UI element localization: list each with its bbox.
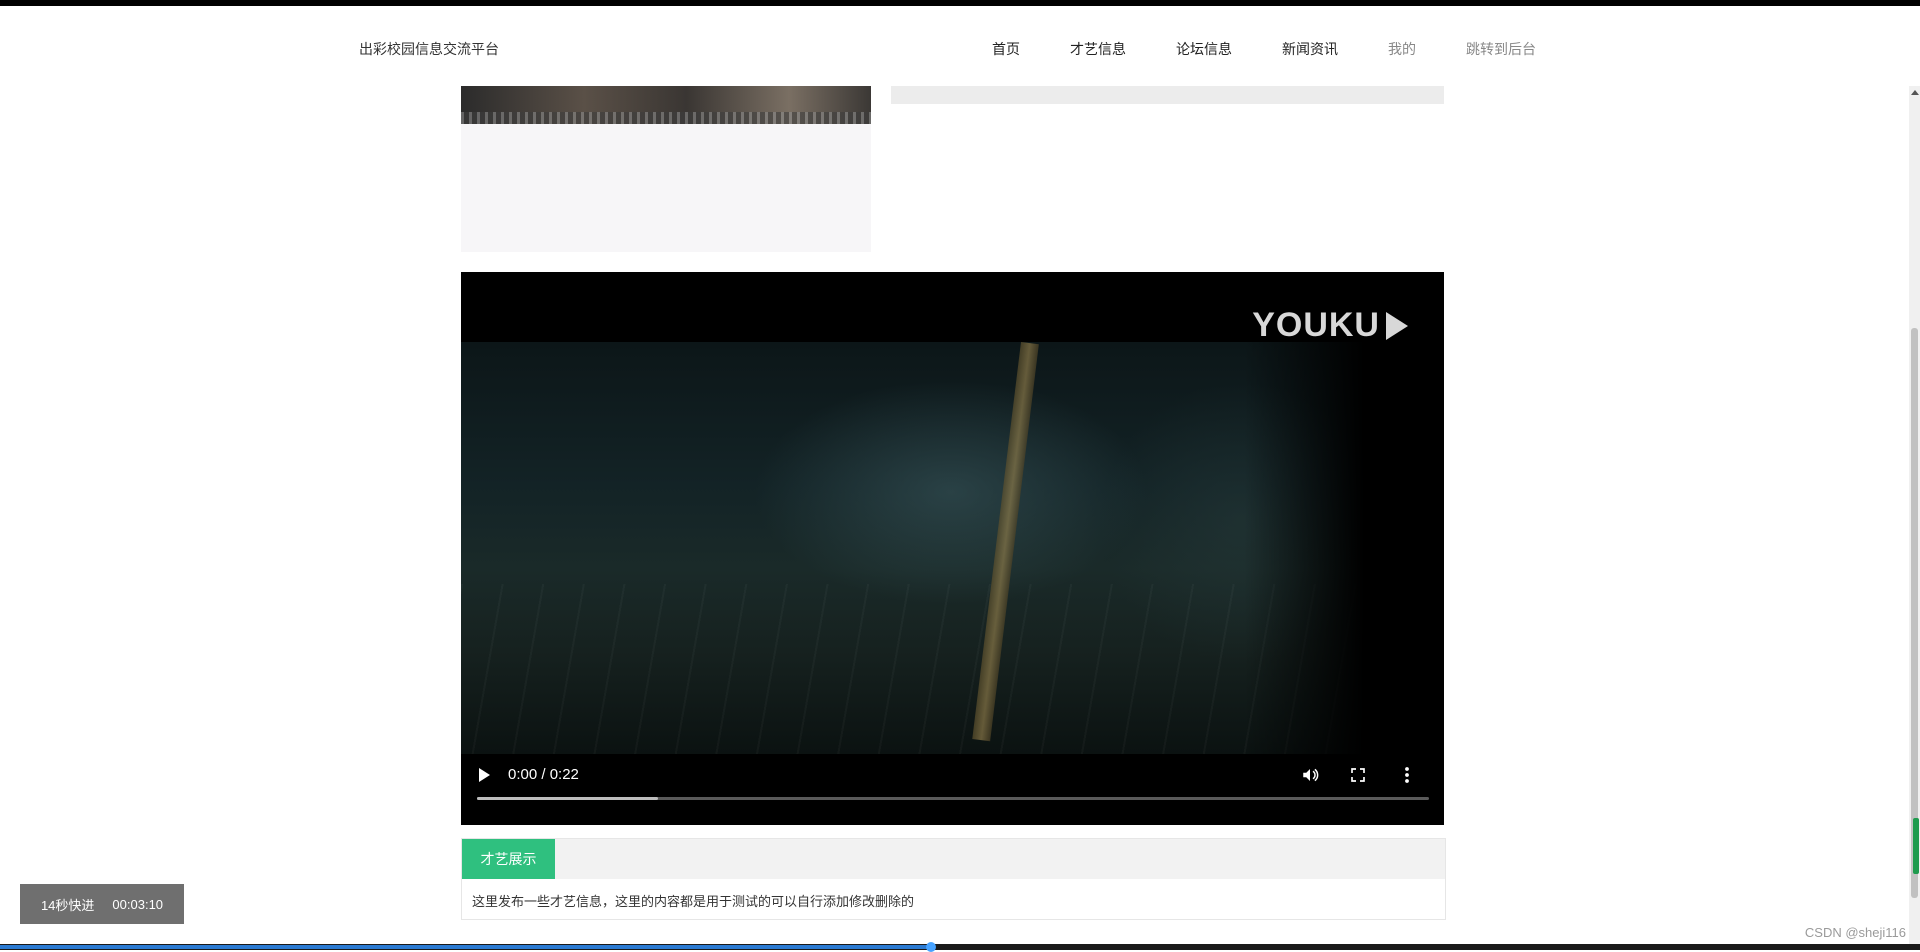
nav-item-mine[interactable]: 我的 — [1388, 39, 1416, 59]
more-icon[interactable] — [1395, 763, 1419, 787]
play-icon[interactable] — [479, 768, 490, 782]
scroll-up-icon[interactable] — [1911, 90, 1919, 95]
fast-forward-label: 14秒快进 — [40, 897, 95, 913]
video-time: 0:00 / 0:22 — [508, 766, 579, 783]
playback-timeline[interactable] — [0, 942, 1920, 952]
talent-cover-image — [461, 86, 871, 124]
site-brand[interactable]: 出彩校园信息交流平台 — [359, 39, 499, 59]
video-player[interactable]: YOUKU 0:00 / 0:22 — [461, 272, 1444, 825]
csdn-watermark: CSDN @sheji116 — [1804, 925, 1906, 940]
nav-menu: 首页 才艺信息 论坛信息 新闻资讯 我的 跳转到后台 — [992, 39, 1536, 59]
top-navigation: 出彩校园信息交流平台 首页 才艺信息 论坛信息 新闻资讯 我的 跳转到后台 — [0, 6, 1920, 86]
playback-timeline-handle[interactable] — [926, 942, 937, 952]
video-controls: 0:00 / 0:22 — [461, 754, 1444, 825]
nav-item-news[interactable]: 新闻资讯 — [1282, 39, 1338, 59]
video-scene-shadow — [1244, 342, 1444, 754]
video-progress-fill — [477, 797, 658, 800]
page-scrollbar[interactable] — [1909, 86, 1920, 946]
video-frame — [461, 342, 1444, 754]
talent-description: 这里发布一些才艺信息，这里的内容都是用于测试的可以自行添加修改删除的 — [472, 894, 915, 909]
volume-icon[interactable] — [1298, 763, 1322, 787]
video-progress-bar[interactable] — [477, 797, 1429, 800]
nav-item-home[interactable]: 首页 — [992, 39, 1020, 59]
youku-logo: YOUKU — [1252, 306, 1408, 345]
youku-play-icon — [1386, 311, 1408, 340]
talent-card: 才艺展示 这里发布一些才艺信息，这里的内容都是用于测试的可以自行添加修改删除的 — [461, 838, 1446, 920]
talent-card-header: 才艺展示 — [462, 839, 1445, 879]
playback-timeline-fill — [0, 945, 932, 949]
scrollbar-thumb[interactable] — [1911, 328, 1918, 898]
info-panel — [891, 86, 1444, 104]
tab-talent-show[interactable]: 才艺展示 — [462, 839, 555, 879]
youku-logo-text: YOUKU — [1252, 306, 1380, 344]
nav-item-forum[interactable]: 论坛信息 — [1176, 39, 1232, 59]
scroll-indicator — [1913, 818, 1919, 874]
fullscreen-icon[interactable] — [1346, 763, 1370, 787]
nav-item-admin[interactable]: 跳转到后台 — [1466, 39, 1536, 59]
fast-forward-time: 00:03:10 — [112, 896, 164, 912]
image-card-panel — [461, 124, 871, 252]
nav-item-talent[interactable]: 才艺信息 — [1070, 39, 1126, 59]
fast-forward-overlay[interactable]: 14秒快进 00:03:10 — [20, 884, 184, 924]
